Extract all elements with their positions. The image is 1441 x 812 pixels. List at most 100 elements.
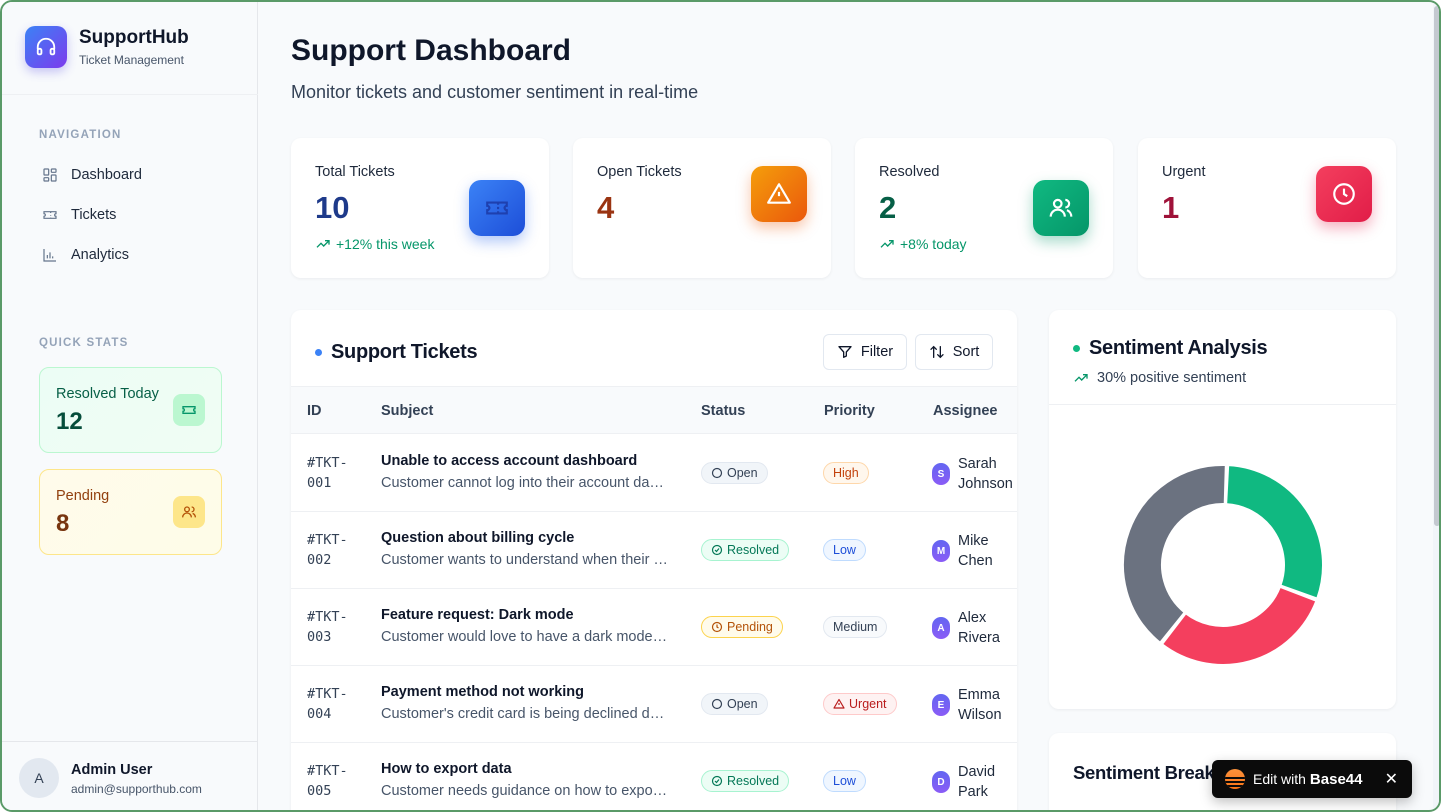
tickets-title: Support Tickets <box>315 341 478 364</box>
table-row[interactable]: #TKT- 005 How to export data Customer nee… <box>291 743 1017 810</box>
stat-card-resolved[interactable]: Resolved 2 +8% today <box>855 138 1113 278</box>
stat-card-open-tickets[interactable]: Open Tickets 4 <box>573 138 831 278</box>
ticket-subject: How to export data Customer needs guidan… <box>381 761 671 799</box>
user-name: Admin User <box>71 762 153 778</box>
stat-label: Resolved <box>879 164 940 180</box>
sidebar-item-tickets[interactable]: Tickets <box>40 205 116 225</box>
base44-logo-icon <box>1225 769 1245 789</box>
quick-stat-resolved-today[interactable]: Resolved Today 12 <box>39 367 222 453</box>
ticket-subject: Question about billing cycle Customer wa… <box>381 530 671 568</box>
status-badge: Pending <box>701 616 783 638</box>
ticket-description: Customer needs guidance on how to export… <box>381 783 671 799</box>
stat-value: 1 <box>1162 190 1180 225</box>
avatar: M <box>932 540 950 562</box>
sidebar: SupportHub Ticket Management NAVIGATION … <box>2 2 258 810</box>
edit-with-base44-badge[interactable]: Edit with Base44 ✕ <box>1212 760 1412 798</box>
sentiment-title: Sentiment Analysis <box>1073 337 1268 360</box>
user-profile[interactable]: A Admin User admin@supporthub.com <box>2 741 258 810</box>
ticket-icon <box>173 394 205 426</box>
sort-button[interactable]: Sort <box>915 334 993 370</box>
table-row[interactable]: #TKT- 001 Unable to access account dashbo… <box>291 435 1017 512</box>
bar-chart-icon <box>40 245 60 265</box>
stat-label: Urgent <box>1162 164 1206 180</box>
alert-triangle-icon <box>833 698 845 709</box>
brand[interactable]: SupportHub Ticket Management <box>25 26 189 68</box>
donut-slice-positive[interactable] <box>1225 464 1324 600</box>
stat-trend-text: +12% this week <box>336 236 435 252</box>
sidebar-item-dashboard[interactable]: Dashboard <box>40 165 142 185</box>
ticket-title: Unable to access account dashboard <box>381 453 638 469</box>
avatar: A <box>932 617 950 639</box>
sidebar-item-analytics[interactable]: Analytics <box>40 245 129 265</box>
avatar: A <box>19 758 59 798</box>
table-row[interactable]: #TKT- 004 Payment method not working Cust… <box>291 666 1017 743</box>
trending-up-icon <box>316 240 330 248</box>
sidebar-item-label: Analytics <box>71 247 130 263</box>
sort-label: Sort <box>952 344 980 360</box>
app-subtitle: Ticket Management <box>79 53 184 67</box>
filter-icon <box>838 346 852 358</box>
sidebar-item-label: Dashboard <box>71 167 142 183</box>
donut-slice-neutral[interactable] <box>1122 464 1227 645</box>
divider <box>2 94 258 95</box>
ticket-subject: Payment method not working Customer's cr… <box>381 684 671 722</box>
assignee[interactable]: A Alex Rivera <box>932 608 1017 648</box>
stat-card-urgent[interactable]: Urgent 1 <box>1138 138 1396 278</box>
stat-label: Total Tickets <box>315 164 395 180</box>
column-header[interactable]: Priority <box>824 403 875 419</box>
check-circle-icon <box>711 544 723 556</box>
sidebar-item-label: Tickets <box>71 207 117 223</box>
assignee[interactable]: S Sarah Johnson <box>932 454 1017 494</box>
ticket-id: #TKT- 003 <box>307 609 348 645</box>
users-icon <box>1033 180 1089 236</box>
page-subtitle: Monitor tickets and customer sentiment i… <box>291 82 699 102</box>
ticket-description: Customer would love to have a dark mode … <box>381 629 671 645</box>
filter-button[interactable]: Filter <box>823 334 907 370</box>
scrollbar-thumb[interactable] <box>1434 6 1439 526</box>
donut-slice-negative[interactable] <box>1160 585 1318 666</box>
assignee[interactable]: M Mike Chen <box>932 531 1017 571</box>
quick-stats-heading: QUICK STATS <box>39 337 129 349</box>
status-badge: Resolved <box>701 770 790 792</box>
ticket-icon <box>40 205 60 225</box>
scrollbar[interactable] <box>1433 2 1439 810</box>
ticket-icon <box>469 180 525 236</box>
ticket-description: Customer's credit card is being declined… <box>381 706 671 722</box>
column-header[interactable]: Status <box>701 403 745 419</box>
table-row[interactable]: #TKT- 003 Feature request: Dark mode Cust… <box>291 589 1017 666</box>
clock-icon <box>711 621 723 633</box>
dot-icon <box>315 349 322 356</box>
column-header[interactable]: Assignee <box>933 403 997 419</box>
quick-stat-value: 8 <box>56 510 70 537</box>
assignee[interactable]: E Emma Wilson <box>932 685 1017 725</box>
assignee[interactable]: D David Park <box>932 762 1017 802</box>
ticket-description: Customer cannot log into their account d… <box>381 475 671 491</box>
ticket-id: #TKT- 004 <box>307 686 348 722</box>
column-header[interactable]: ID <box>307 403 322 419</box>
avatar: D <box>932 771 950 793</box>
app-name: SupportHub <box>79 27 189 48</box>
stat-trend: +8% today <box>879 236 967 252</box>
status-badge: Open <box>701 693 768 715</box>
column-header[interactable]: Subject <box>381 403 433 419</box>
ticket-title: Payment method not working <box>381 684 585 700</box>
table-row[interactable]: #TKT- 002 Question about billing cycle Cu… <box>291 512 1017 589</box>
stat-card-total-tickets[interactable]: Total Tickets 10 +12% this week <box>291 138 549 278</box>
quick-stat-pending[interactable]: Pending 8 <box>39 469 222 555</box>
ticket-subject: Unable to access account dashboard Custo… <box>381 453 671 491</box>
stat-trend-text: +8% today <box>900 236 967 252</box>
sentiment-panel: Sentiment Analysis 30% positive sentimen… <box>1049 310 1396 709</box>
base44-brand: Base44 <box>1309 770 1363 788</box>
circle-icon <box>711 698 723 710</box>
sort-icon <box>930 345 944 359</box>
dot-icon <box>1073 345 1080 352</box>
stat-value: 10 <box>315 190 350 225</box>
nav-heading: NAVIGATION <box>39 129 122 141</box>
close-icon[interactable]: ✕ <box>1385 769 1398 789</box>
quick-stat-label: Resolved Today <box>56 386 159 402</box>
assignee-name: Sarah Johnson <box>958 456 1013 492</box>
sentiment-title-text: Sentiment Analysis <box>1089 337 1268 359</box>
quick-stat-value: 12 <box>56 408 83 435</box>
filter-label: Filter <box>860 344 894 360</box>
tickets-panel: Support Tickets Filter Sort ID Subject S… <box>291 310 1017 810</box>
